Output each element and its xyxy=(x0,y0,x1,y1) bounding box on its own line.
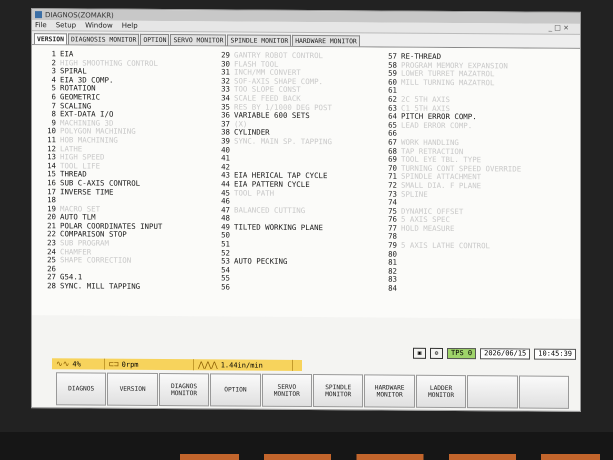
option-number: 56 xyxy=(221,282,230,292)
option-row: 28 SYNC. MILL TAPPING xyxy=(32,281,162,292)
gear-icon[interactable]: ⚙ xyxy=(430,347,444,359)
menu-help[interactable]: Help xyxy=(122,22,138,30)
window-title: DIAGNOS(ZOMAKR) xyxy=(45,10,114,20)
feed-value: 1.44in/min xyxy=(220,360,263,370)
tab-version[interactable]: VERSION xyxy=(34,33,67,45)
tab-diagnosis-monitor[interactable]: DIAGNOSIS MONITOR xyxy=(67,33,140,45)
option-number: 28 xyxy=(47,281,56,291)
option-label: TILTED WORKING PLANE xyxy=(234,222,323,232)
option-label: LEAD ERROR COMP. xyxy=(401,120,473,130)
spindle-icon: ⊏⊐ xyxy=(109,359,119,369)
softkey-blank-10[interactable] xyxy=(518,375,570,409)
softkey-version[interactable]: VERSION xyxy=(107,372,158,406)
hardware-keys xyxy=(180,454,600,460)
softkey-blank-9[interactable] xyxy=(467,375,518,409)
date-display: 2026/06/15 xyxy=(480,347,531,360)
spindle-segment: ⊏⊐ 0rpm xyxy=(105,358,194,371)
load-segment: ∿∿ 4% xyxy=(52,358,105,370)
tab-option[interactable]: OPTION xyxy=(140,33,170,46)
feed-icon: ⋀⋀⋀ xyxy=(198,360,218,370)
load-value: 4% xyxy=(72,359,81,368)
option-label: SYNC. MAIN SP. TAPPING xyxy=(234,136,332,147)
option-list: 1 EIA 2 HIGH SMOOTHING CONTROL 3 SPIRAL 4 EIA 3… xyxy=(32,45,580,319)
option-number: 84 xyxy=(388,283,397,293)
status-line: ▣ ⚙ TPS 0 2026/06/15 10:45:39 xyxy=(32,344,580,360)
option-label: AUTO PECKING xyxy=(234,256,288,267)
softkey-hardware-monitor[interactable]: HARDWARE MONITOR xyxy=(364,374,415,408)
tab-hardware-monitor[interactable]: HARDWARE MONITOR xyxy=(292,34,360,47)
option-label: MILL TURNING MAZATROL xyxy=(401,77,495,88)
option-row: 72 SMALL DIA. F PLANE xyxy=(377,180,521,191)
option-label: BALANCED CUTTING xyxy=(234,205,306,215)
option-label: INVERSE TIME xyxy=(60,186,114,197)
window-controls[interactable]: _ □ × xyxy=(549,24,569,32)
option-label: 5 AXIS LATHE CONTROL xyxy=(401,240,490,251)
tps-indicator: TPS 0 xyxy=(447,347,477,359)
menu-setup[interactable]: Setup xyxy=(56,21,76,29)
tab-servo-monitor[interactable]: SERVO MONITOR xyxy=(170,34,227,46)
option-column-3: 57 RE-THREAD 58 PROGRAM MEMORY EXPANSION 59 L… xyxy=(377,52,521,294)
app-icon xyxy=(35,11,42,19)
option-label: SHAPE CORRECTION xyxy=(60,255,132,266)
softkey-diagnos[interactable]: DIAGNOS xyxy=(56,372,107,406)
option-row: 84 xyxy=(377,283,521,295)
spindle-feed-bar: ∿∿ 4% ⊏⊐ 0rpm ⋀⋀⋀ 1.44in/min xyxy=(52,358,302,371)
wave-icon: ∿∿ xyxy=(56,359,70,369)
option-label: HOLD MEASURE xyxy=(401,223,455,233)
softkey-option[interactable]: OPTION xyxy=(210,373,261,407)
feed-segment: ⋀⋀⋀ 1.44in/min xyxy=(194,359,293,371)
menu-window[interactable]: Window xyxy=(85,21,113,29)
softkey-diagnos-monitor[interactable]: DIAGNOS MONITOR xyxy=(158,372,210,407)
option-column-1: 1 EIA 2 HIGH SMOOTHING CONTROL 3 SPIRAL 4 EIA 3… xyxy=(32,49,162,292)
monitor-bottom xyxy=(0,432,613,460)
option-label: SPLINE xyxy=(401,189,428,199)
tab-spindle-monitor[interactable]: SPINDLE MONITOR xyxy=(227,34,292,46)
option-label: TOOL PATH xyxy=(234,187,275,198)
softkey-bar: DIAGNOS VERSION DIAGNOS MONITOR OPTION SE… xyxy=(56,372,570,409)
option-label: SYNC. MILL TAPPING xyxy=(60,281,141,291)
spindle-value: 0rpm xyxy=(121,360,139,369)
softkey-ladder-monitor[interactable]: LADDER MONITOR xyxy=(415,374,467,409)
time-display: 10:45:39 xyxy=(534,348,576,360)
screen-icon[interactable]: ▣ xyxy=(413,347,427,359)
cnc-screen: DIAGNOS(ZOMAKR) File Setup Window Help _… xyxy=(31,8,581,412)
option-column-2: 29 GANTRY ROBOT CONTROL 30 FLASH TOOL 31 INCH… xyxy=(212,50,332,292)
softkey-spindle-monitor[interactable]: SPINDLE MONITOR xyxy=(313,374,364,408)
softkey-servo-monitor[interactable]: SERVO MONITOR xyxy=(261,373,313,408)
option-row: 56 xyxy=(212,282,332,292)
menu-file[interactable]: File xyxy=(35,21,47,29)
